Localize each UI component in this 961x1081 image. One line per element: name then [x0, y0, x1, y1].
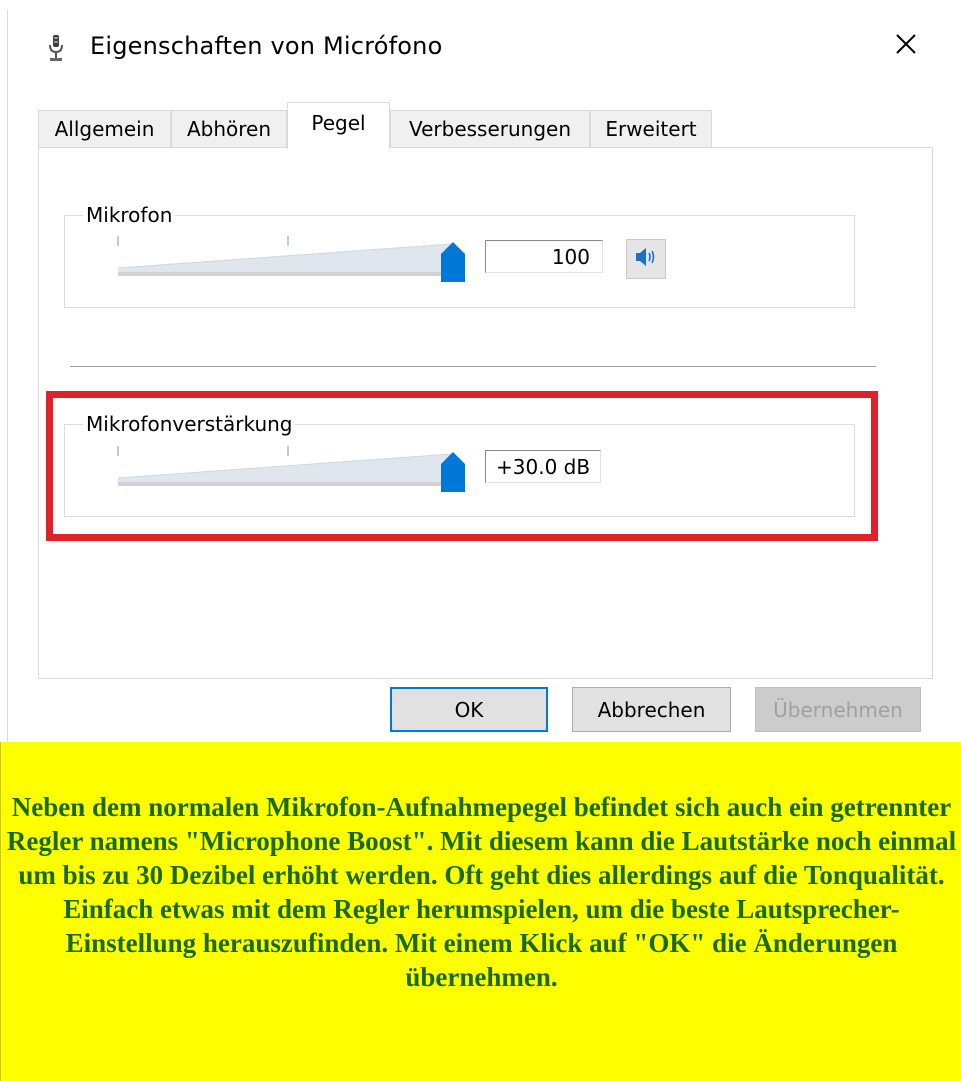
- microphone-icon: [46, 34, 66, 62]
- apply-button: Übernehmen: [755, 687, 921, 732]
- dialog-title: Eigenschaften von Micrófono: [90, 32, 443, 60]
- properties-dialog: Eigenschaften von Micrófono Allgemein Ab…: [7, 10, 961, 742]
- close-icon: [895, 33, 917, 60]
- note-text: Neben dem normalen Mikrofon-Aufnahmepege…: [6, 792, 957, 992]
- speaker-icon: [634, 246, 658, 273]
- tab-verbesserungen[interactable]: Verbesserungen: [390, 110, 590, 147]
- apply-label: Übernehmen: [773, 697, 903, 722]
- tab-pegel[interactable]: Pegel: [287, 102, 390, 149]
- tab-label: Allgemein: [54, 117, 155, 141]
- ok-label: OK: [454, 697, 484, 722]
- ok-button[interactable]: OK: [390, 687, 548, 732]
- mute-button[interactable]: [626, 239, 666, 279]
- mikrofon-level-value: 100: [485, 240, 603, 273]
- mikrofon-slider-track: [118, 244, 452, 272]
- divider: [70, 366, 876, 367]
- mikrofon-label: Mikrofon: [86, 203, 173, 227]
- cancel-button[interactable]: Abbrechen: [572, 687, 731, 732]
- tab-allgemein[interactable]: Allgemein: [38, 110, 171, 147]
- tab-label: Abhören: [186, 117, 272, 141]
- mikrofon-slider[interactable]: [116, 234, 476, 286]
- tab-abhoeren[interactable]: Abhören: [171, 110, 287, 147]
- tab-label: Pegel: [311, 111, 366, 135]
- tab-label: Verbesserungen: [408, 117, 572, 141]
- close-button[interactable]: [884, 24, 928, 68]
- cancel-label: Abbrechen: [597, 697, 706, 722]
- instruction-note: Neben dem normalen Mikrofon-Aufnahmepege…: [0, 742, 961, 1081]
- title-bar[interactable]: Eigenschaften von Micrófono: [8, 10, 961, 80]
- tab-erweitert[interactable]: Erweitert: [590, 110, 712, 147]
- highlight-frame: [46, 391, 878, 541]
- tab-label: Erweitert: [605, 117, 697, 141]
